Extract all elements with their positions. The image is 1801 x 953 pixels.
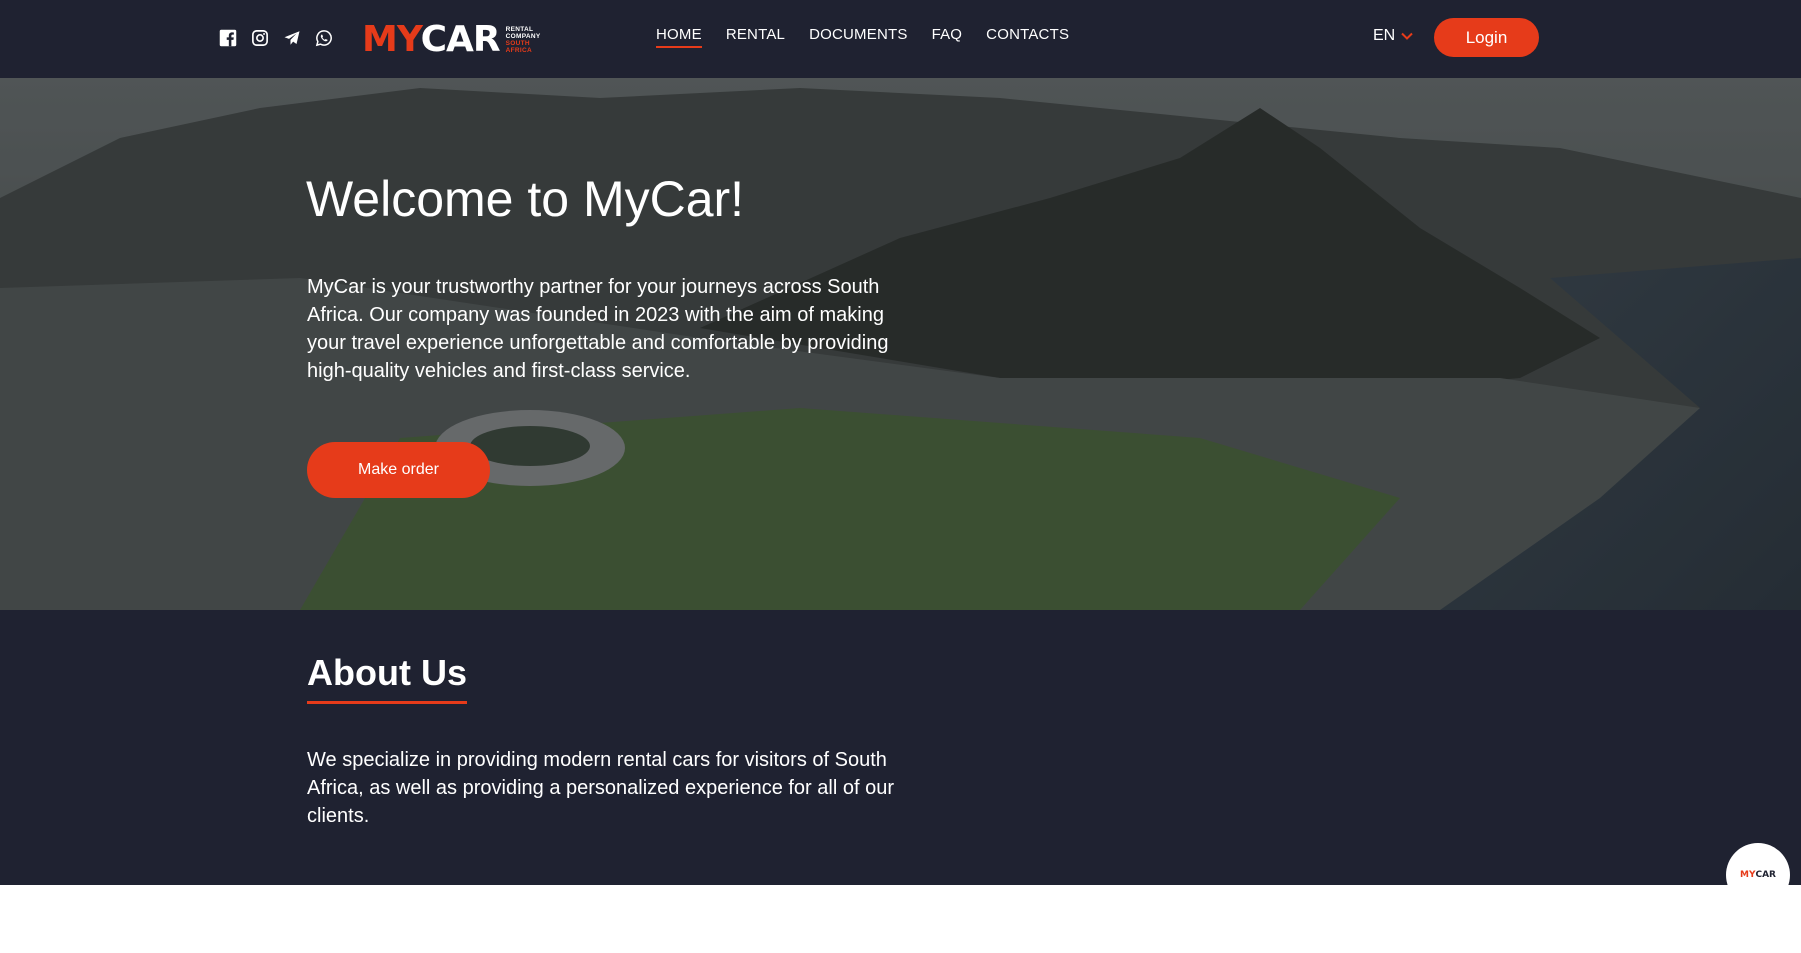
facebook-icon[interactable] (218, 28, 238, 48)
main-nav: HOME RENTAL DOCUMENTS FAQ CONTACTS (656, 26, 1069, 48)
language-selector[interactable]: EN (1373, 27, 1413, 45)
social-links (218, 28, 334, 48)
logo-subtitle: RENTAL COMPANY SOUTH AFRICA (505, 26, 541, 54)
float-logo-part2: CAR (1755, 870, 1776, 880)
brand-logo[interactable]: MYCAR RENTAL COMPANY SOUTH AFRICA (362, 22, 540, 58)
floating-logo-button[interactable]: MY CAR (1726, 843, 1790, 907)
instagram-icon[interactable] (250, 28, 270, 48)
hero-description: MyCar is your trustworthy partner for yo… (307, 276, 889, 382)
login-button[interactable]: Login (1434, 18, 1539, 57)
about-section: About Us We specialize in providing mode… (0, 610, 1801, 885)
hero-title: Welcome to MyCar! (306, 171, 745, 227)
nav-item-faq[interactable]: FAQ (932, 26, 963, 48)
nav-item-contacts[interactable]: CONTACTS (986, 26, 1069, 48)
hero-section: Welcome to MyCar! MyCar is your trustwor… (0, 78, 1801, 610)
float-logo-part1: MY (1740, 870, 1756, 880)
telegram-icon[interactable] (282, 28, 302, 48)
about-description: We specialize in providing modern rental… (307, 749, 894, 827)
site-header: MYCAR RENTAL COMPANY SOUTH AFRICA HOME R… (0, 0, 1801, 78)
whatsapp-icon[interactable] (314, 28, 334, 48)
nav-item-rental[interactable]: RENTAL (726, 26, 785, 48)
make-order-button[interactable]: Make order (307, 442, 490, 498)
about-title: About Us (307, 652, 467, 704)
language-label: EN (1373, 27, 1396, 44)
logo-wordmark: MYCAR (362, 19, 501, 60)
nav-item-documents[interactable]: DOCUMENTS (809, 26, 907, 48)
chevron-down-icon (1401, 32, 1413, 40)
nav-item-home[interactable]: HOME (656, 26, 702, 48)
